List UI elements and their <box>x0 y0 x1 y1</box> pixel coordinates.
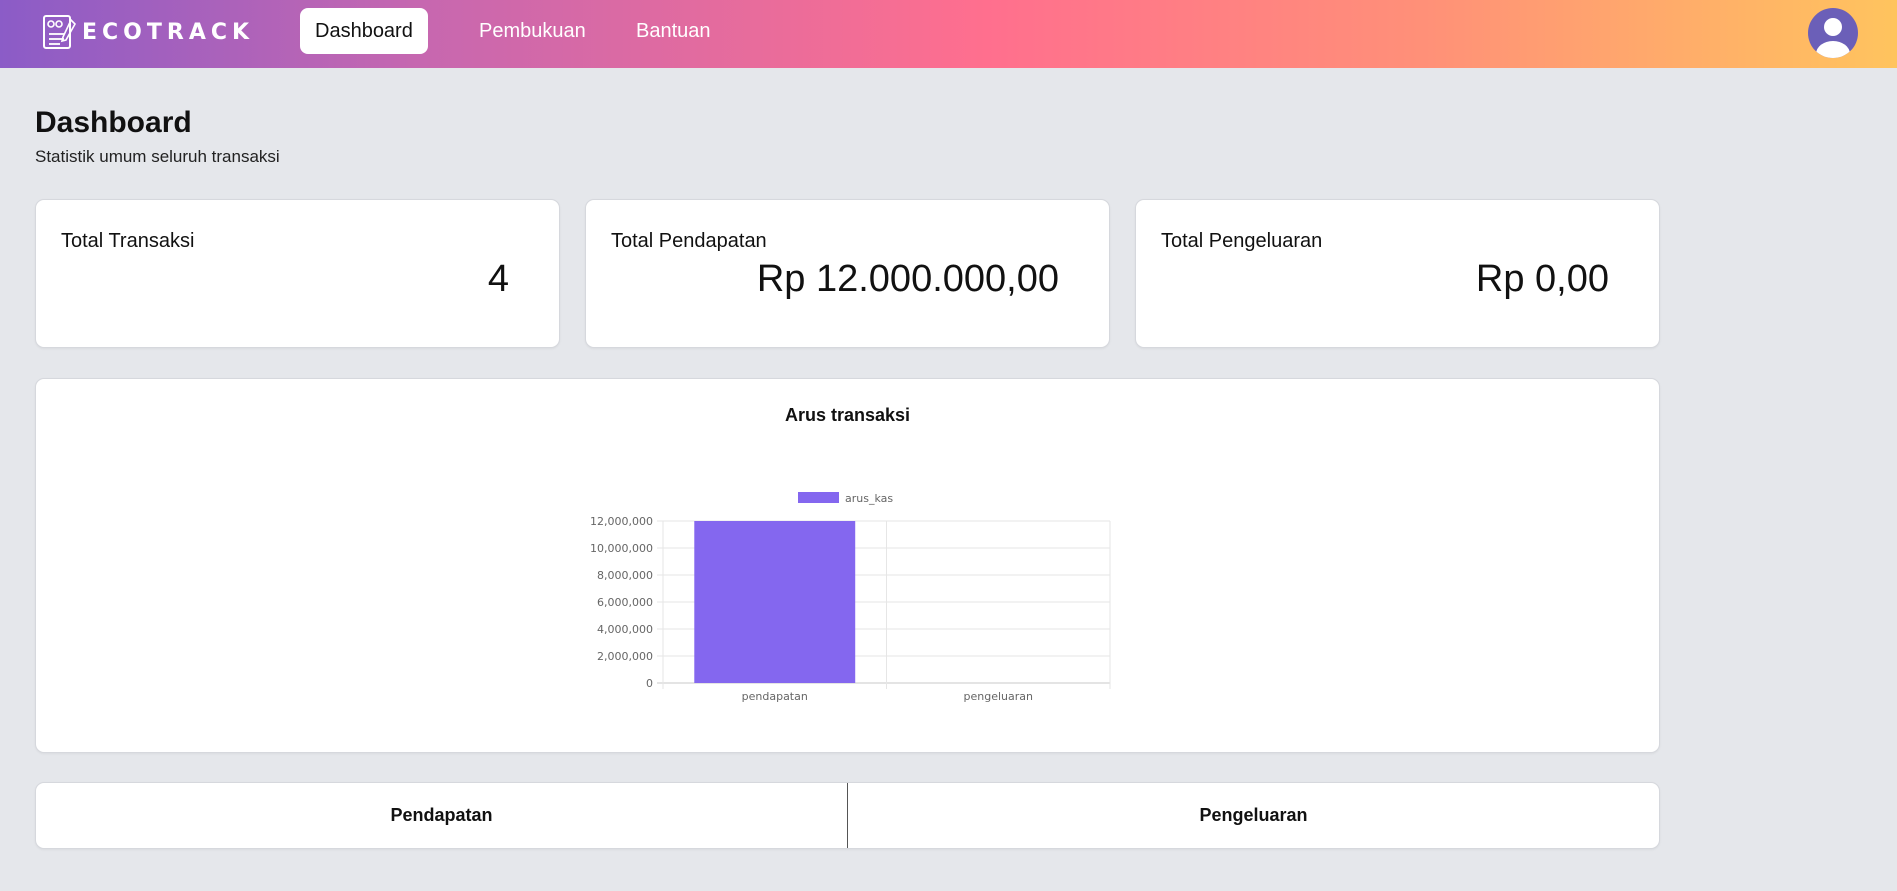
stat-card-total-pengeluaran: Total Pengeluaran Rp 0,00 <box>1135 199 1660 348</box>
bar-chart: 0 2,000,000 4,000,000 6,000,000 8,000,000 10,… <box>590 492 1111 703</box>
nav-dashboard[interactable]: Dashboard <box>300 8 428 54</box>
page-subtitle: Statistik umum seluruh transaksi <box>35 147 280 166</box>
stat-value: Rp 0,00 <box>1475 258 1609 300</box>
y-tick-label: 2,000,000 <box>597 650 653 663</box>
stat-card-total-transaksi: Total Transaksi 4 <box>35 199 560 348</box>
stat-card-total-pendapatan: Total Pendapatan Rp 12.000.000,00 <box>585 199 1110 348</box>
y-tick-label: 10,000,000 <box>590 542 653 555</box>
page-title: Dashboard <box>35 106 192 139</box>
bar-pendapatan <box>694 521 856 683</box>
chart-card: Arus transaksi 0 2,000,000 4,000,000 6,000,… <box>35 378 1660 753</box>
tab-pengeluaran[interactable]: Pengeluaran <box>847 783 1659 848</box>
y-tick-label: 6,000,000 <box>597 596 653 609</box>
x-tick-label: pengeluaran <box>964 690 1034 703</box>
y-tick-label: 8,000,000 <box>597 569 653 582</box>
brand[interactable]: ECOTRACK <box>38 12 254 52</box>
stat-label: Total Pengeluaran <box>1161 230 1323 252</box>
top-navbar: ECOTRACK Dashboard Pembukuan Bantuan <box>0 0 1897 68</box>
y-tick-label: 12,000,000 <box>590 515 653 528</box>
stat-value: Rp 12.000.000,00 <box>756 258 1059 300</box>
stat-value: 4 <box>487 258 509 300</box>
y-tick-label: 0 <box>646 677 653 690</box>
nav-bantuan[interactable]: Bantuan <box>621 8 726 54</box>
x-tick-label: pendapatan <box>742 690 808 703</box>
y-tick-label: 4,000,000 <box>597 623 653 636</box>
stat-label: Total Pendapatan <box>611 230 767 252</box>
user-avatar-icon[interactable] <box>1808 8 1858 58</box>
legend-label: arus_kas <box>845 492 893 505</box>
ledger-logo-icon <box>43 15 76 49</box>
brand-name: ECOTRACK <box>82 19 255 45</box>
tab-pendapatan[interactable]: Pendapatan <box>36 783 847 848</box>
stat-label: Total Transaksi <box>61 230 195 252</box>
nav-pembukuan[interactable]: Pembukuan <box>464 8 601 54</box>
legend-swatch <box>798 492 839 503</box>
transaction-type-tabs: Pendapatan Pengeluaran <box>35 782 1660 849</box>
